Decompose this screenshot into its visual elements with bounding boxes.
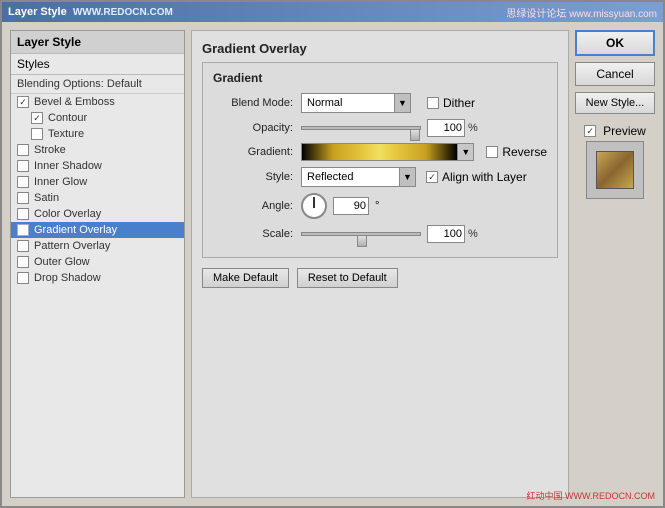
opacity-slider-thumb[interactable] (410, 129, 420, 141)
dither-checkbox[interactable] (427, 97, 439, 109)
gradient-box: Gradient Blend Mode: Normal ▼ Dither Opa (202, 62, 558, 258)
sidebar-item-drop-shadow[interactable]: Drop Shadow (11, 270, 184, 286)
make-default-button[interactable]: Make Default (202, 268, 289, 288)
gradient-dropdown-btn[interactable]: ▼ (458, 143, 474, 161)
reverse-container: Reverse (486, 145, 547, 159)
checkbox-texture[interactable] (31, 128, 43, 140)
sidebar-item-pattern-overlay[interactable]: Pattern Overlay (11, 238, 184, 254)
sidebar-item-inner-shadow[interactable]: Inner Shadow (11, 158, 184, 174)
checkbox-outer-glow[interactable] (17, 256, 29, 268)
checkbox-drop-shadow[interactable] (17, 272, 29, 284)
dither-label: Dither (443, 96, 475, 110)
styles-label[interactable]: Styles (11, 54, 184, 75)
main-panel: Gradient Overlay Gradient Blend Mode: No… (191, 30, 569, 498)
sidebar-item-gradient-overlay[interactable]: Gradient Overlay (11, 222, 184, 238)
opacity-slider[interactable] (301, 120, 421, 136)
angle-container: ° (301, 193, 379, 219)
checkbox-bevel-emboss[interactable] (17, 96, 29, 108)
style-arrow-icon: ▼ (399, 168, 415, 186)
sidebar-item-satin[interactable]: Satin (11, 190, 184, 206)
blend-mode-dropdown[interactable]: Normal ▼ (301, 93, 411, 113)
blend-mode-arrow-icon: ▼ (394, 94, 410, 112)
title-bar-left: Layer Style WWW.REDOCN.COM (8, 6, 173, 18)
preview-checkbox[interactable] (584, 125, 596, 137)
new-style-button[interactable]: New Style... (575, 92, 655, 114)
left-panel-header: Layer Style (11, 31, 184, 54)
opacity-slider-track (301, 126, 421, 130)
opacity-label: Opacity: (213, 122, 293, 134)
checkbox-contour[interactable] (31, 112, 43, 124)
checkbox-stroke[interactable] (17, 144, 29, 156)
gradient-swatch[interactable] (301, 143, 458, 161)
scale-slider[interactable] (301, 226, 421, 242)
gradient-label: Gradient: (213, 146, 293, 158)
title-text: Layer Style (8, 6, 67, 18)
watermark-bottom: 红动中国 WWW.REDOCN.COM (527, 489, 656, 502)
align-with-layer-label: Align with Layer (442, 170, 527, 184)
align-with-layer-checkbox[interactable] (426, 171, 438, 183)
reset-to-default-button[interactable]: Reset to Default (297, 268, 398, 288)
angle-dial[interactable] (301, 193, 327, 219)
checkbox-gradient-overlay[interactable] (17, 224, 29, 236)
sidebar-item-texture[interactable]: Texture (11, 126, 184, 142)
angle-row: Angle: ° (213, 193, 547, 219)
angle-label: Angle: (213, 200, 293, 212)
watermark-left: WWW.REDOCN.COM (73, 7, 173, 18)
checkbox-pattern-overlay[interactable] (17, 240, 29, 252)
preview-section: Preview (575, 124, 655, 199)
window-body: Layer Style Styles Blending Options: Def… (2, 22, 663, 506)
blend-mode-label: Blend Mode: (213, 97, 293, 109)
scale-label: Scale: (213, 228, 293, 240)
reverse-label: Reverse (502, 145, 547, 159)
checkbox-satin[interactable] (17, 192, 29, 204)
angle-input[interactable] (333, 197, 369, 215)
reverse-checkbox[interactable] (486, 146, 498, 158)
title-bar-right: 思绿设计论坛 www.missyuan.com (506, 5, 657, 20)
preview-label: Preview (603, 124, 646, 138)
sidebar-item-outer-glow[interactable]: Outer Glow (11, 254, 184, 270)
left-panel: Layer Style Styles Blending Options: Def… (10, 30, 185, 498)
dither-container: Dither (427, 96, 475, 110)
cancel-button[interactable]: Cancel (575, 62, 655, 86)
layer-style-window: Layer Style WWW.REDOCN.COM 思绿设计论坛 www.mi… (0, 0, 665, 508)
scale-input[interactable] (427, 225, 465, 243)
preview-thumbnail (586, 141, 644, 199)
angle-indicator (313, 197, 315, 206)
scale-row: Scale: % (213, 225, 547, 243)
checkbox-inner-glow[interactable] (17, 176, 29, 188)
title-bar: Layer Style WWW.REDOCN.COM 思绿设计论坛 www.mi… (2, 2, 663, 22)
buttons-row: Make Default Reset to Default (202, 268, 558, 288)
gradient-subtitle: Gradient (213, 71, 547, 85)
ok-button[interactable]: OK (575, 30, 655, 56)
blending-options-item[interactable]: Blending Options: Default (11, 75, 184, 94)
degree-symbol: ° (375, 200, 379, 212)
right-panel: OK Cancel New Style... Preview (575, 30, 655, 498)
sidebar-item-color-overlay[interactable]: Color Overlay (11, 206, 184, 222)
preview-check-row: Preview (584, 124, 646, 138)
scale-slider-thumb[interactable] (357, 235, 367, 247)
blend-mode-row: Blend Mode: Normal ▼ Dither (213, 93, 547, 113)
sidebar-item-stroke[interactable]: Stroke (11, 142, 184, 158)
sidebar-item-bevel-emboss[interactable]: Bevel & Emboss (11, 94, 184, 110)
scale-unit: % (468, 228, 478, 240)
style-label: Style: (213, 171, 293, 183)
checkbox-inner-shadow[interactable] (17, 160, 29, 172)
preview-square (596, 151, 634, 189)
style-dropdown[interactable]: Reflected ▼ (301, 167, 416, 187)
align-with-layer-container: Align with Layer (426, 170, 527, 184)
sidebar-item-contour[interactable]: Contour (11, 110, 184, 126)
gradient-row: Gradient: ▼ Reverse (213, 143, 547, 161)
sidebar-item-inner-glow[interactable]: Inner Glow (11, 174, 184, 190)
opacity-row: Opacity: % (213, 119, 547, 137)
opacity-unit: % (468, 122, 478, 134)
opacity-input[interactable] (427, 119, 465, 137)
checkbox-color-overlay[interactable] (17, 208, 29, 220)
section-title: Gradient Overlay (202, 41, 558, 56)
scale-slider-track (301, 232, 421, 236)
style-row: Style: Reflected ▼ Align with Layer (213, 167, 547, 187)
